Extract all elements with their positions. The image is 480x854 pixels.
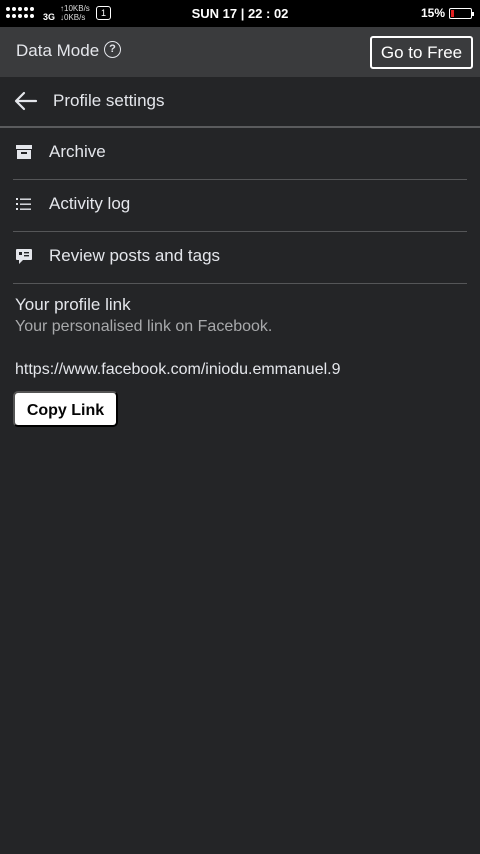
comment-tag-icon xyxy=(16,249,32,264)
menu-item-label: Activity log xyxy=(49,194,131,213)
arrow-left-icon[interactable] xyxy=(14,91,38,111)
profile-link-subtitle: Your personalised link on Facebook. xyxy=(15,318,273,335)
archive-box-icon xyxy=(16,145,32,159)
copy-link-button[interactable]: Copy Link xyxy=(13,391,118,427)
data-mode-label: Data Mode xyxy=(16,41,100,60)
go-to-free-button[interactable]: Go to Free xyxy=(370,36,473,69)
battery-icon xyxy=(449,8,474,19)
battery-percentage: 15% xyxy=(420,6,445,20)
status-bar: 3G ↑10KB/s ↓0KB/s 1 SUN 17 | 22 : 02 15% xyxy=(0,0,480,27)
menu-item-label: Archive xyxy=(49,142,106,161)
battery-fill xyxy=(451,10,454,17)
list-icon xyxy=(16,198,31,210)
menu-item-archive[interactable]: Archive xyxy=(0,127,480,179)
data-mode-bar: Data Mode ? Go to Free xyxy=(0,27,480,77)
menu-item-review-posts[interactable]: Review posts and tags xyxy=(0,231,480,283)
profile-link-url: https://www.facebook.com/iniodu.emmanuel… xyxy=(15,361,341,378)
menu-item-activity-log[interactable]: Activity log xyxy=(0,179,480,231)
page-header: Profile settings xyxy=(0,77,480,127)
profile-link-title: Your profile link xyxy=(15,295,131,314)
menu-item-label: Review posts and tags xyxy=(49,246,221,265)
page-title: Profile settings xyxy=(53,91,165,110)
divider xyxy=(13,283,467,284)
status-clock: SUN 17 | 22 : 02 xyxy=(191,6,289,21)
question-circle-icon[interactable]: ? xyxy=(104,41,121,58)
